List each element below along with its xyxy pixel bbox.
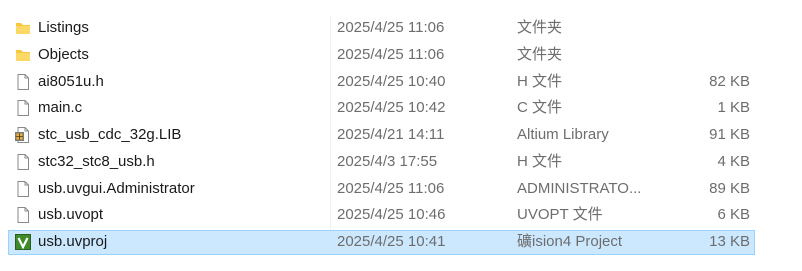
file-row[interactable]: Listings 2025/4/25 11:06 文件夹	[0, 15, 802, 42]
file-date: 2025/4/25 11:06	[337, 45, 445, 63]
uvision-project-icon	[14, 233, 32, 251]
folder-icon	[14, 19, 32, 37]
file-date: 2025/4/25 10:46	[337, 206, 446, 224]
file-type: Altium Library	[517, 126, 609, 143]
file-size: 13 KB	[709, 233, 750, 250]
file-size: 4 KB	[717, 152, 750, 170]
file-type: 礦ision4 Project	[517, 233, 623, 250]
file-row[interactable]: stc_usb_cdc_32g.LIB 2025/4/21 14:11 Alti…	[0, 122, 802, 149]
file-icon	[14, 153, 32, 171]
file-row[interactable]: Objects 2025/4/25 11:06 文件夹	[0, 42, 802, 69]
file-date: 2025/4/3 17:55	[337, 152, 438, 170]
file-icon	[14, 180, 32, 198]
file-type: H 文件	[517, 72, 563, 90]
file-size: 89 KB	[709, 179, 750, 197]
file-row[interactable]: usb.uvopt 2025/4/25 10:46 UVOPT 文件 6 KB	[0, 202, 802, 229]
file-name: main.c	[38, 99, 83, 117]
file-name: Objects	[38, 45, 89, 63]
file-size: 91 KB	[709, 126, 750, 143]
folder-icon	[14, 46, 32, 64]
file-date: 2025/4/25 10:41	[337, 233, 446, 250]
file-icon	[14, 99, 32, 117]
file-row[interactable]: stc32_stc8_usb.h 2025/4/3 17:55 H 文件 4 K…	[0, 149, 802, 176]
file-type: C 文件	[517, 99, 563, 117]
file-date: 2025/4/25 10:40	[337, 72, 446, 90]
file-size: 82 KB	[709, 72, 750, 90]
file-list: Listings 2025/4/25 11:06 文件夹 Objects 202…	[0, 15, 802, 256]
library-file-icon	[14, 126, 32, 144]
file-name: Listings	[38, 19, 89, 36]
file-type: 文件夹	[517, 19, 563, 36]
file-type: H 文件	[517, 152, 563, 170]
file-icon	[14, 206, 32, 224]
file-size: 6 KB	[717, 206, 750, 224]
file-name: stc_usb_cdc_32g.LIB	[38, 126, 182, 143]
file-size: 1 KB	[717, 99, 750, 117]
file-row[interactable]: main.c 2025/4/25 10:42 C 文件 1 KB	[0, 95, 802, 122]
file-name: ai8051u.h	[38, 72, 104, 90]
file-date: 2025/4/25 11:06	[337, 19, 445, 36]
file-date: 2025/4/21 14:11	[337, 126, 445, 143]
file-name: usb.uvopt	[38, 206, 104, 224]
file-name: usb.uvproj	[38, 233, 108, 250]
file-name: stc32_stc8_usb.h	[38, 152, 155, 170]
file-date: 2025/4/25 10:42	[337, 99, 446, 117]
file-name: usb.uvgui.Administrator	[38, 179, 195, 197]
file-row-selected[interactable]: usb.uvproj 2025/4/25 10:41 礦ision4 Proje…	[0, 229, 802, 256]
file-type: UVOPT 文件	[517, 206, 603, 224]
file-date: 2025/4/25 11:06	[337, 179, 445, 197]
file-type: 文件夹	[517, 45, 563, 63]
file-type: ADMINISTRATO...	[517, 179, 642, 197]
file-icon	[14, 73, 32, 91]
file-row[interactable]: usb.uvgui.Administrator 2025/4/25 11:06 …	[0, 176, 802, 203]
file-row[interactable]: ai8051u.h 2025/4/25 10:40 H 文件 82 KB	[0, 69, 802, 96]
